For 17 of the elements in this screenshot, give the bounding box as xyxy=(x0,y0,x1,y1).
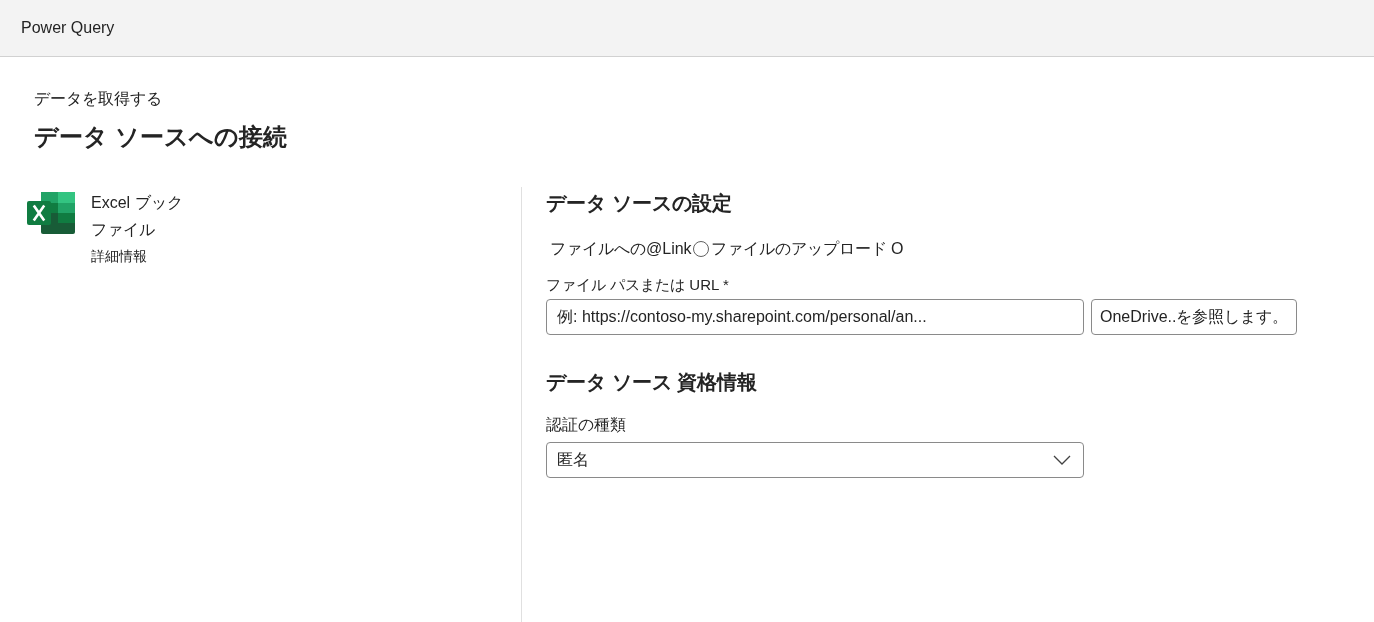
section-heading: データ ソース 資格情報 xyxy=(546,370,759,395)
connector-category: ファイル xyxy=(91,220,156,240)
app-title: Power Query xyxy=(21,19,115,37)
authentication-dropdown[interactable]: 匿名 xyxy=(546,442,1084,478)
spreadsheet-app-icon xyxy=(27,192,75,234)
option-label: ファイルのアップロード O xyxy=(710,239,904,259)
connector-name: Excel ブック xyxy=(91,193,183,213)
learn-more-link[interactable]: 詳細情報 xyxy=(91,243,147,270)
option-label: ファイルへの@Link xyxy=(550,239,692,259)
breadcrumb: データを取得する xyxy=(34,89,163,109)
section-heading: データ ソースの設定 xyxy=(546,191,733,216)
browse-button[interactable]: OneDrive..を参照します。 xyxy=(1091,299,1298,335)
field-label: ファイル パスまたは URL * xyxy=(546,275,730,295)
page-title: データ ソースへの接続 xyxy=(34,122,288,152)
file-path-input[interactable]: 例: https://contoso-my.sharepoint.com/personal/an... xyxy=(546,299,1084,335)
field-label: 認証の種類 xyxy=(546,415,627,435)
chevron-down-icon xyxy=(1053,455,1071,465)
